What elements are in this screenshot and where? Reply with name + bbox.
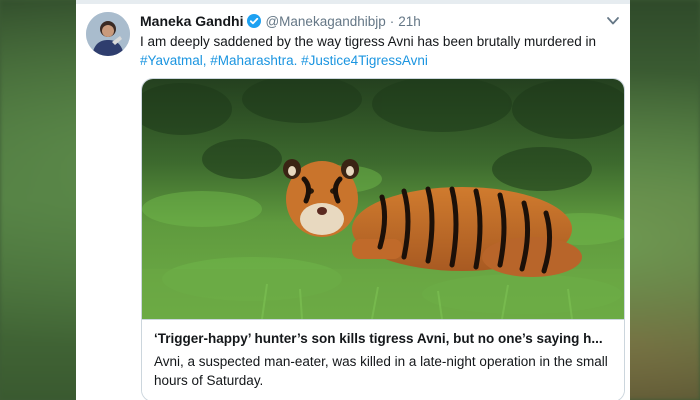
hashtag-maharashtra[interactable]: #Maharashtra. bbox=[210, 53, 297, 68]
link-preview-info: ‘Trigger-happy’ hunter’s son kills tigre… bbox=[142, 319, 624, 400]
tweet-header: Maneka Gandhi @Manekagandhibjp · 21h bbox=[140, 12, 620, 30]
chevron-down-icon[interactable] bbox=[606, 14, 620, 26]
tweet-timestamp[interactable]: 21h bbox=[398, 14, 421, 29]
tweet-card: Maneka Gandhi @Manekagandhibjp · 21h I a… bbox=[76, 0, 630, 400]
header-separator: · bbox=[389, 13, 395, 29]
link-preview-card[interactable]: ‘Trigger-happy’ hunter’s son kills tigre… bbox=[141, 78, 625, 400]
link-preview-title: ‘Trigger-happy’ hunter’s son kills tigre… bbox=[154, 331, 603, 346]
tweet-body-text: I am deeply saddened by the way tigress … bbox=[140, 34, 597, 49]
author-name[interactable]: Maneka Gandhi bbox=[140, 13, 243, 29]
hashtag-yavatmal[interactable]: #Yavatmal, bbox=[140, 53, 207, 68]
author-handle[interactable]: @Manekagandhibjp bbox=[265, 14, 385, 29]
hashtag-justice4tigressavni[interactable]: #Justice4TigressAvni bbox=[301, 53, 428, 68]
tiger-photo bbox=[142, 79, 624, 319]
link-preview-description: Avni, a suspected man-eater, was killed … bbox=[154, 354, 608, 388]
verified-badge-icon bbox=[247, 14, 262, 28]
avatar[interactable] bbox=[86, 12, 130, 56]
card-top-strip bbox=[76, 0, 630, 4]
tweet-text: I am deeply saddened by the way tigress … bbox=[140, 32, 620, 70]
